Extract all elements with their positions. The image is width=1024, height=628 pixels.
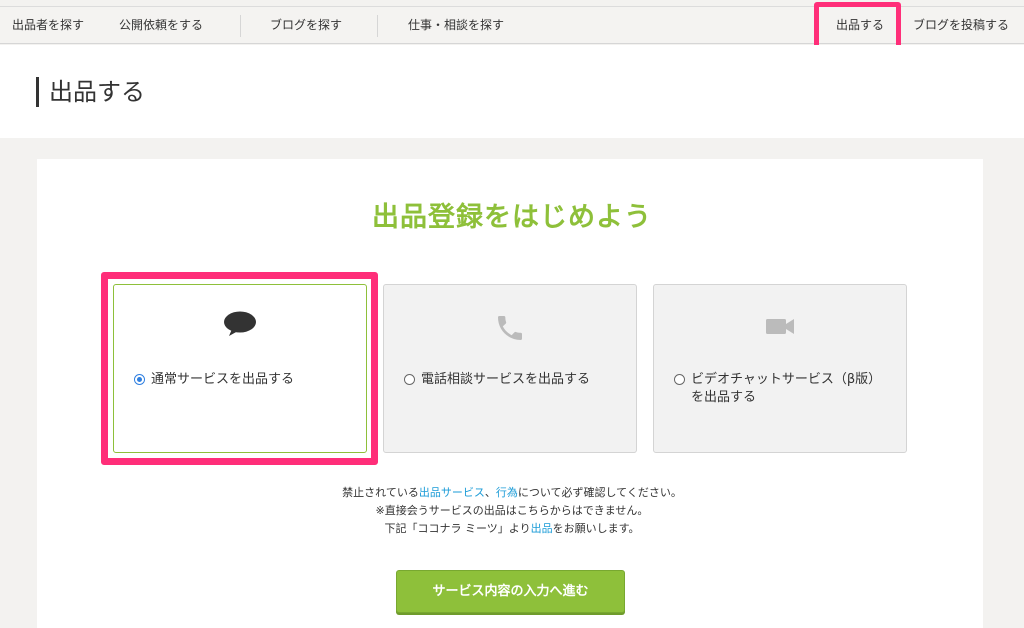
nav-post-request[interactable]: 公開依頼をする (119, 7, 203, 44)
option-normal-service[interactable]: 通常サービスを出品する (113, 284, 367, 453)
option-label: ビデオチャットサービス（β版） を出品する (674, 371, 894, 407)
notice-text: 下記「ココナラ ミーツ」より (384, 522, 531, 535)
nav-sell[interactable]: 出品する (836, 7, 884, 44)
main-heading: 出品登録をはじめよう (372, 202, 652, 233)
option-video-label-line2: を出品する (691, 390, 757, 405)
notice-text: 、 (484, 486, 496, 499)
option-phone-label: 電話相談サービスを出品する (421, 372, 591, 387)
option-normal-label: 通常サービスを出品する (151, 372, 295, 387)
nav-find-blogs[interactable]: ブログを探す (270, 7, 342, 44)
top-nav: 出品者を探す 公開依頼をする ブログを探す 仕事・相談を探す 出品する ブログを… (0, 6, 1024, 44)
option-label: 電話相談サービスを出品する (404, 371, 624, 389)
nav-post-blog[interactable]: ブログを投稿する (913, 7, 1009, 44)
notice-warning-2: 下記「ココナラ ミーツ」より出品をお願いします。 (0, 521, 1024, 537)
page-header (0, 45, 1024, 138)
nav-divider (377, 15, 378, 37)
nav-find-sellers[interactable]: 出品者を探す (12, 7, 84, 44)
radio-video-chat-service[interactable] (674, 374, 685, 385)
option-video-chat-service[interactable]: ビデオチャットサービス（β版） を出品する (653, 284, 907, 453)
notice-text: 禁止されている (342, 486, 419, 499)
link-meets-sell[interactable]: 出品 (531, 522, 553, 535)
page-title: 出品する (36, 77, 145, 107)
phone-icon (384, 311, 636, 345)
notice-text: について必ず確認してください。 (517, 486, 682, 499)
radio-phone-service[interactable] (404, 374, 415, 385)
option-label: 通常サービスを出品する (134, 371, 354, 389)
notice-line-1: 禁止されている出品サービス、行為について必ず確認してください。 (0, 485, 1024, 501)
proceed-button[interactable]: サービス内容の入力へ進む (396, 570, 625, 613)
nav-find-jobs[interactable]: 仕事・相談を探す (408, 7, 504, 44)
link-prohibited-services[interactable]: 出品サービス (419, 486, 485, 499)
link-prohibited-acts[interactable]: 行為 (496, 486, 518, 499)
speech-bubble-icon (114, 311, 366, 337)
option-phone-service[interactable]: 電話相談サービスを出品する (383, 284, 637, 453)
option-video-label: ビデオチャットサービス（β版） を出品する (691, 371, 881, 407)
radio-normal-service[interactable] (134, 374, 145, 385)
notice-warning-1: ※直接会うサービスの出品はこちらからはできません。 (375, 504, 649, 517)
option-video-label-line1: ビデオチャットサービス（β版） (691, 372, 882, 387)
nav-divider (240, 15, 241, 37)
notice-text: をお願いします。 (552, 522, 640, 535)
video-camera-icon (654, 311, 906, 341)
